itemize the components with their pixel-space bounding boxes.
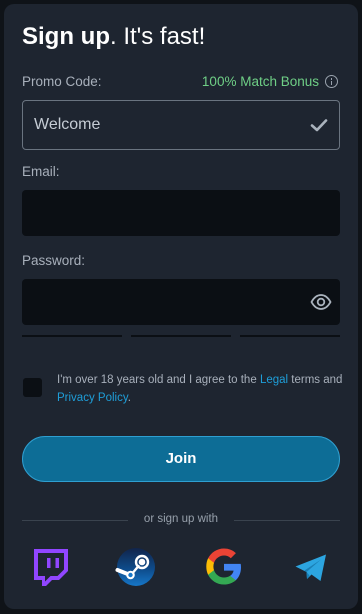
privacy-policy-link[interactable]: Privacy Policy (57, 392, 128, 404)
bonus-text: 100% Match Bonus (201, 74, 319, 89)
email-label: Email: (22, 164, 60, 179)
promo-code-input[interactable] (23, 101, 294, 149)
age-terms-checkbox[interactable] (23, 378, 42, 397)
google-icon[interactable] (202, 545, 246, 589)
page-title: Sign up. It's fast! (22, 22, 205, 52)
check-icon (310, 119, 328, 132)
eye-icon[interactable] (310, 292, 332, 312)
twitch-icon[interactable] (28, 545, 72, 589)
password-field (22, 279, 340, 325)
terms-text: I'm over 18 years old and I agree to the… (57, 371, 347, 407)
terms-text-middle: terms and (288, 374, 343, 386)
steam-icon[interactable] (114, 545, 158, 589)
password-strength-segment (131, 335, 231, 337)
password-input[interactable] (22, 279, 303, 325)
info-icon[interactable] (325, 75, 338, 88)
password-strength-segment (240, 335, 340, 337)
title-rest: . It's fast! (109, 23, 206, 50)
legal-link[interactable]: Legal (260, 374, 288, 386)
divider-line-right (234, 520, 340, 521)
password-label: Password: (22, 253, 86, 268)
password-strength-segment (22, 335, 122, 337)
signup-card: Sign up. It's fast! Promo Code: 100% Mat… (4, 4, 358, 609)
social-divider-text: or sign up with (143, 513, 219, 525)
terms-text-after: . (127, 392, 131, 404)
divider-line-left (22, 520, 128, 521)
join-button[interactable]: Join (22, 436, 340, 482)
promo-code-field (22, 100, 340, 150)
promo-code-label: Promo Code: (22, 74, 102, 89)
title-bold: Sign up (22, 23, 110, 50)
email-field (22, 190, 340, 236)
telegram-icon[interactable] (293, 550, 329, 586)
email-input[interactable] (22, 190, 303, 236)
promo-bonus[interactable]: 100% Match Bonus (202, 74, 338, 89)
terms-text-before: I'm over 18 years old and I agree to the (57, 374, 260, 386)
